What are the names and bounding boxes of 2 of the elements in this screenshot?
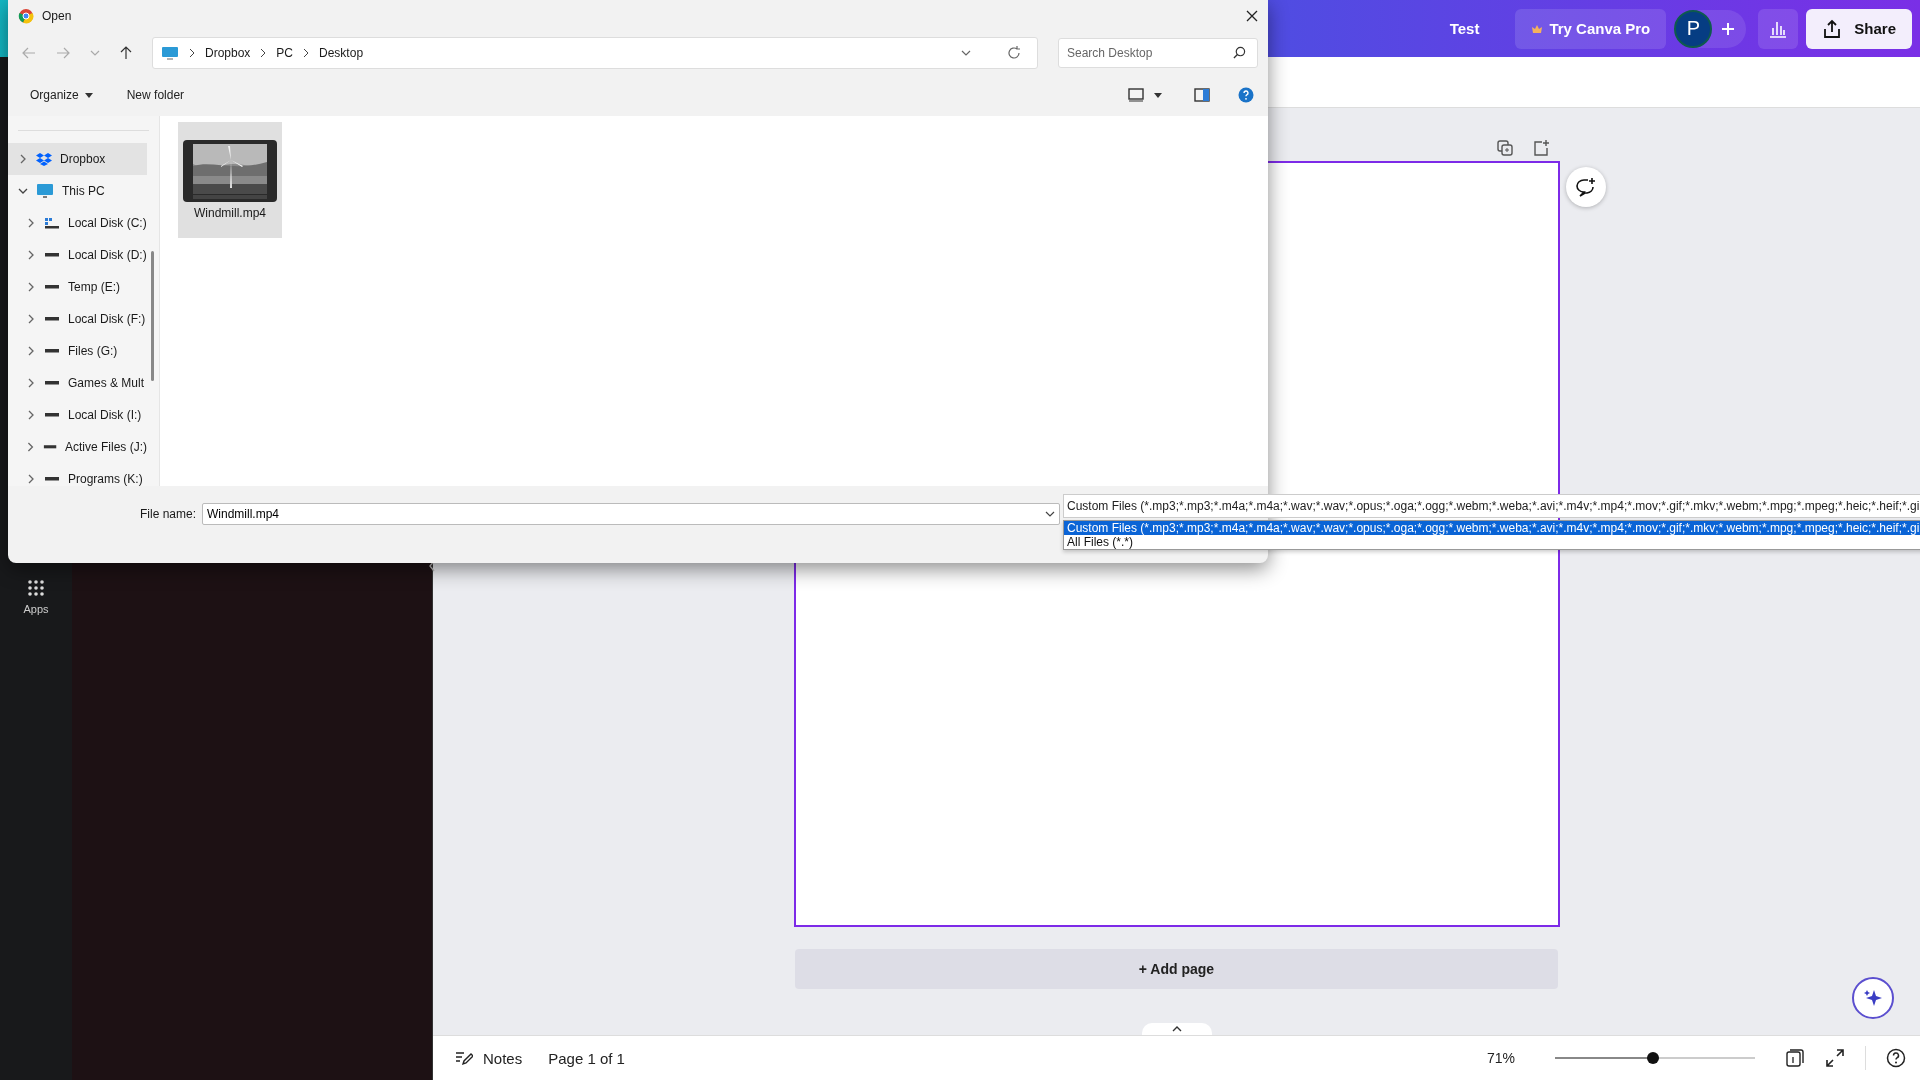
file-name-label: File name: [140,507,197,521]
dialog-title: Open [42,9,72,23]
